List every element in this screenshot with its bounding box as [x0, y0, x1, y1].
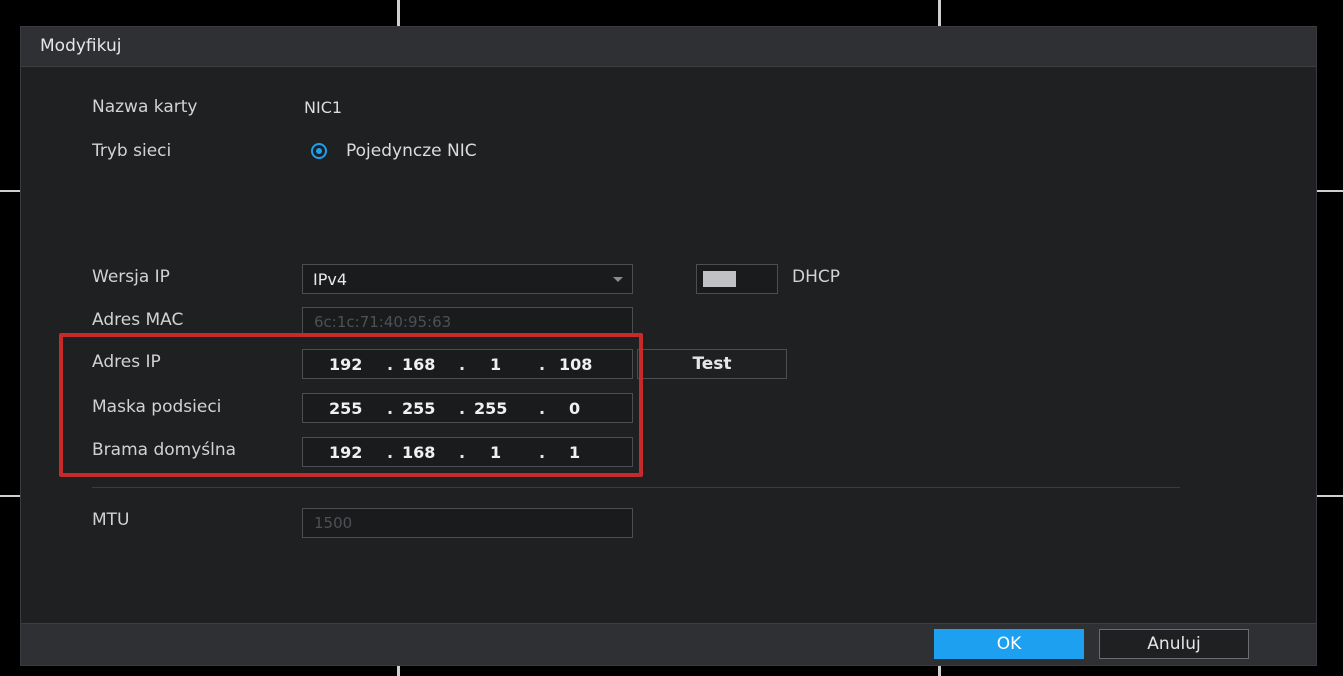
background-grid-line [0, 190, 20, 192]
radio-selected-dot [316, 148, 322, 154]
background-grid-line [938, 666, 941, 676]
dhcp-label: DHCP [792, 267, 840, 287]
chevron-down-icon [613, 277, 623, 282]
toggle-knob [703, 271, 736, 287]
dialog-titlebar[interactable]: Modyfikuj [21, 27, 1316, 67]
ip-version-selected-value: IPv4 [313, 270, 348, 289]
mac-address-value: 6c:1c:71:40:95:63 [314, 313, 452, 331]
dhcp-toggle[interactable] [696, 264, 778, 294]
mtu-field: 1500 [302, 508, 633, 538]
ok-button[interactable]: OK [934, 629, 1084, 659]
background-grid-line [397, 0, 400, 26]
mac-address-label: Adres MAC [92, 310, 184, 330]
background-grid-line [397, 666, 400, 676]
mtu-value: 1500 [314, 514, 353, 532]
section-divider [92, 487, 1180, 488]
cancel-button[interactable]: Anuluj [1099, 629, 1249, 659]
background-grid-line [0, 495, 20, 497]
network-mode-label: Tryb sieci [92, 141, 172, 161]
background-grid-line [938, 0, 941, 26]
ip-version-select[interactable]: IPv4 [302, 264, 633, 294]
single-nic-radio[interactable] [311, 143, 327, 159]
test-button[interactable]: Test [637, 349, 787, 379]
background-grid-line [1317, 495, 1343, 497]
single-nic-option-label[interactable]: Pojedyncze NIC [346, 141, 477, 161]
background-grid-line [1317, 190, 1343, 192]
dialog-title: Modyfikuj [40, 36, 122, 56]
card-name-value: NIC1 [304, 98, 343, 117]
highlight-annotation-box [59, 333, 643, 477]
card-name-label: Nazwa karty [92, 97, 198, 117]
ip-version-label: Wersja IP [92, 267, 170, 287]
dialog-footer: OK Anuluj [21, 623, 1316, 665]
modify-dialog: Modyfikuj Nazwa karty NIC1 Tryb sieci Po… [20, 26, 1317, 666]
mtu-label: MTU [92, 510, 130, 530]
